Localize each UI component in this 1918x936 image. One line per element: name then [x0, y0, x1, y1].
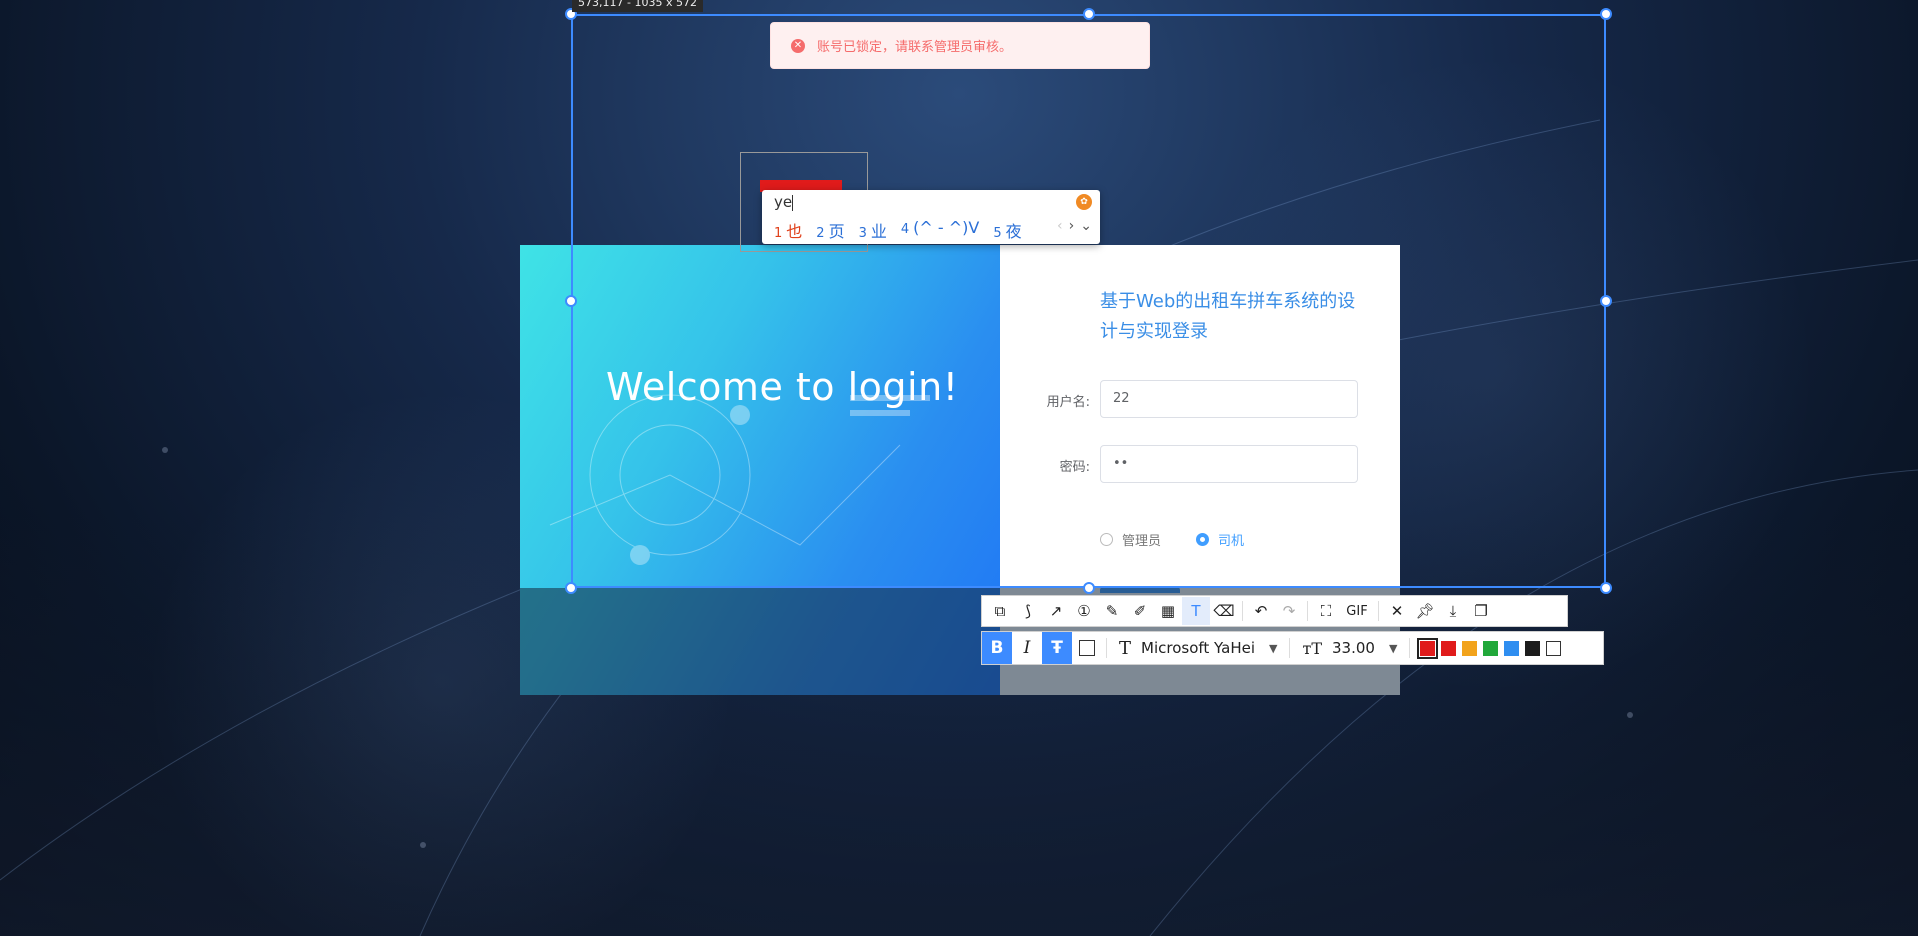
password-label: 密码: [1059, 460, 1090, 475]
resize-handle-s[interactable] [1083, 582, 1095, 594]
password-input[interactable]: •• [1100, 445, 1358, 483]
username-input[interactable]: 22 [1100, 380, 1358, 418]
color-swatch[interactable] [1504, 640, 1520, 656]
resize-handle-e[interactable] [1600, 295, 1612, 307]
highlighter-icon[interactable]: ✐ [1126, 597, 1154, 625]
text-tool-icon[interactable]: T [1182, 597, 1210, 625]
radio-circle-selected [1196, 533, 1209, 546]
ime-page-nav: ‹ › ⌄ [1051, 218, 1092, 234]
color-swatch[interactable] [1525, 640, 1541, 656]
resize-handle-ne[interactable] [1600, 8, 1612, 20]
copy-icon[interactable]: ❐ [1467, 597, 1495, 625]
shape-icon[interactable]: ⧉ [986, 597, 1014, 625]
welcome-heading: Welcome to login! [606, 365, 959, 409]
font-icon: T [1119, 637, 1132, 659]
resize-handle-sw[interactable] [565, 582, 577, 594]
expand-icon[interactable]: ⌄ [1080, 218, 1092, 234]
text-fill-button[interactable] [1072, 632, 1102, 664]
close-icon[interactable]: ✕ [1383, 597, 1411, 625]
login-card: Welcome to login! 基于Web的出租车拼车系统的设计与实现登录 … [520, 245, 1400, 695]
color-swatch[interactable] [1462, 640, 1478, 656]
toolbar-divider [1106, 638, 1107, 658]
font-size-select[interactable]: ᴛT 33.00 ▼ [1294, 632, 1405, 664]
selection-size-label: 573,117 - 1035 x 572 [572, 0, 703, 12]
font-size-value: 33.00 [1332, 639, 1375, 657]
ocr-icon[interactable]: ⛶ [1312, 597, 1340, 625]
ime-composition: ye [774, 193, 794, 211]
italic-button[interactable]: I [1012, 632, 1042, 664]
ime-candidate[interactable]: 1也 [774, 218, 802, 242]
toolbar-divider [1307, 601, 1308, 621]
mosaic-icon[interactable]: ▦ [1154, 597, 1182, 625]
color-swatch[interactable] [1483, 640, 1499, 656]
text-background-button[interactable]: Ŧ [1042, 632, 1072, 664]
chevron-down-icon: ▼ [1269, 641, 1278, 655]
next-page-icon[interactable]: › [1069, 218, 1075, 234]
ime-logo-icon: ✿ [1076, 194, 1092, 210]
error-message: 账号已锁定，请联系管理员审核。 [817, 40, 1013, 55]
ime-candidate-window: ye ✿ 1也 2页 3业 4 (^ - ^)V 5夜 ‹ › ⌄ [762, 190, 1100, 244]
toolbar-divider [1242, 601, 1243, 621]
color-swatches [1417, 637, 1567, 659]
ime-candidates: 1也 2页 3业 4 (^ - ^)V 5夜 [774, 218, 1036, 242]
color-swatch[interactable] [1417, 637, 1439, 659]
role-label-admin: 管理员 [1122, 534, 1162, 549]
radio-circle [1100, 533, 1113, 546]
chevron-down-icon: ▼ [1388, 641, 1398, 655]
gif-button[interactable]: GIF [1340, 597, 1374, 625]
text-format-toolbar: B I Ŧ T Microsoft YaHei ▼ ᴛT 33.00 ▼ [981, 631, 1604, 665]
prev-page-icon[interactable]: ‹ [1057, 218, 1063, 234]
ime-candidate[interactable]: 3业 [859, 218, 887, 242]
ime-candidate[interactable]: 2页 [816, 218, 844, 242]
role-label-driver: 司机 [1218, 534, 1245, 549]
toolbar-divider [1409, 638, 1411, 658]
eraser-icon[interactable]: ⌫ [1210, 597, 1238, 625]
pencil-icon[interactable]: ✎ [1098, 597, 1126, 625]
role-radio-admin[interactable]: 管理员 [1100, 530, 1161, 549]
toolbar-divider [1289, 638, 1291, 658]
polyline-icon[interactable]: ⟆ [1014, 597, 1042, 625]
role-radio-driver[interactable]: 司机 [1196, 530, 1244, 549]
font-family-value: Microsoft YaHei [1141, 639, 1256, 657]
font-family-select[interactable]: T Microsoft YaHei ▼ [1111, 632, 1285, 664]
font-size-icon: ᴛT [1302, 638, 1323, 658]
error-icon: ✕ [791, 38, 805, 53]
number-marker-icon[interactable]: ① [1070, 597, 1098, 625]
system-title: 基于Web的出租车拼车系统的设计与实现登录 [1100, 291, 1356, 342]
ime-candidate[interactable]: 4 (^ - ^)V [901, 218, 979, 242]
pin-icon[interactable]: 📌︎ [1411, 597, 1439, 625]
toolbar-divider [1378, 601, 1379, 621]
bold-button[interactable]: B [982, 632, 1012, 664]
undo-icon[interactable]: ↶ [1247, 597, 1275, 625]
color-swatch[interactable] [1441, 640, 1457, 656]
ime-candidate[interactable]: 5夜 [993, 218, 1021, 242]
error-toast: ✕ 账号已锁定，请联系管理员审核。 [770, 22, 1150, 69]
resize-handle-w[interactable] [565, 295, 577, 307]
arrow-icon[interactable]: ↗ [1042, 597, 1070, 625]
annotation-toolbar: ⧉ ⟆ ↗ ① ✎ ✐ ▦ T ⌫ ↶ ↷ ⛶ GIF ✕ 📌︎ ⤓ ❐ [981, 595, 1568, 627]
resize-handle-se[interactable] [1600, 582, 1612, 594]
redo-icon[interactable]: ↷ [1275, 597, 1303, 625]
username-label: 用户名: [1046, 395, 1090, 410]
download-icon[interactable]: ⤓ [1439, 597, 1467, 625]
color-swatch[interactable] [1546, 640, 1562, 656]
resize-handle-n[interactable] [1083, 8, 1095, 20]
